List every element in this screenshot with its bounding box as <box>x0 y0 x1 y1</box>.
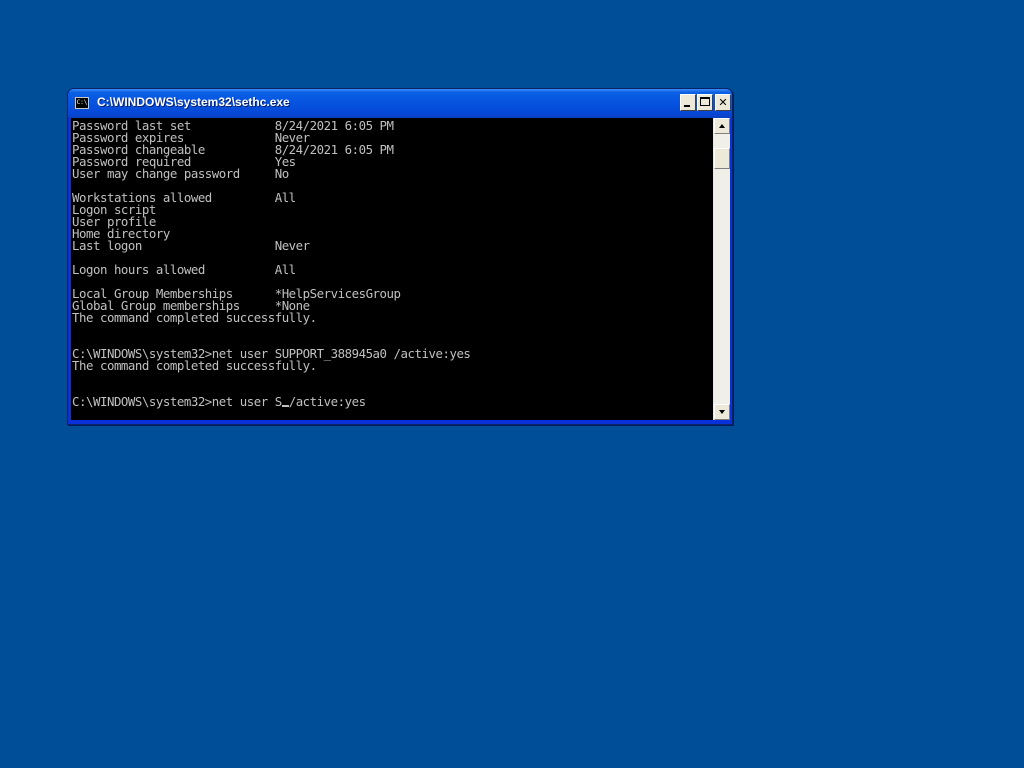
console-line: Workstations allowed All <box>72 190 296 205</box>
maximize-icon <box>700 97 710 106</box>
vertical-scrollbar[interactable] <box>713 118 730 420</box>
close-icon: ✕ <box>718 96 728 109</box>
console-output[interactable]: Password last set 8/24/2021 6:05 PM Passw… <box>71 118 713 420</box>
scroll-down-button[interactable] <box>714 404 730 420</box>
console-app-icon[interactable]: C:\ <box>75 97 89 109</box>
console-line-tail: /active:yes <box>288 394 366 409</box>
console-line: Logon script <box>72 202 156 217</box>
scroll-up-button[interactable] <box>714 118 730 134</box>
title-bar[interactable]: C:\ C:\WINDOWS\system32\sethc.exe ✕ <box>68 89 732 118</box>
minimize-icon <box>684 105 690 107</box>
console-line: C:\WINDOWS\system32>net user S/active:ye… <box>72 394 366 409</box>
minimize-button[interactable] <box>680 94 696 111</box>
maximize-button[interactable] <box>697 94 713 111</box>
close-button[interactable]: ✕ <box>715 94 731 111</box>
console-line: User may change password No <box>72 166 289 181</box>
desktop-background: C:\ C:\WINDOWS\system32\sethc.exe ✕ Pass… <box>0 0 1024 768</box>
window-title: C:\WINDOWS\system32\sethc.exe <box>97 95 290 109</box>
command-prompt-window[interactable]: C:\ C:\WINDOWS\system32\sethc.exe ✕ Pass… <box>67 88 733 425</box>
scrollbar-thumb[interactable] <box>714 148 730 169</box>
scroll-down-arrow-icon <box>719 410 725 414</box>
scroll-up-arrow-icon <box>719 124 725 128</box>
console-line: Last logon Never <box>72 238 310 253</box>
console-line: The command completed successfully. <box>72 310 317 325</box>
console-text: Password last set 8/24/2021 6:05 PM Passw… <box>71 118 713 408</box>
console-line: Logon hours allowed All <box>72 262 296 277</box>
console-line: The command completed successfully. <box>72 358 317 373</box>
text-cursor <box>281 405 289 407</box>
